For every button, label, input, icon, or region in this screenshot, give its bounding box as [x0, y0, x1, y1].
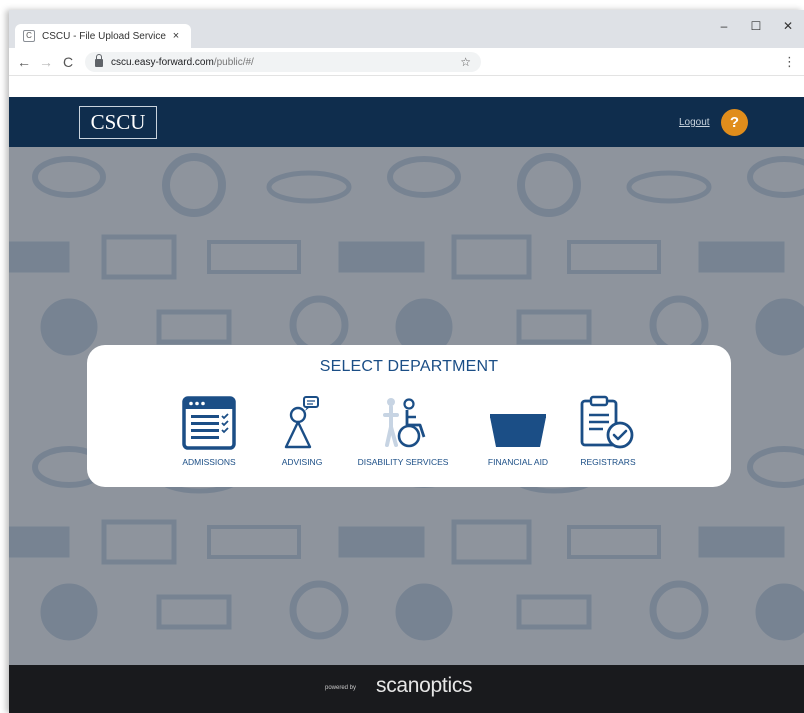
close-window-button[interactable]: ✕ [772, 16, 804, 36]
wheelchair-icon [383, 398, 426, 448]
minimize-button[interactable]: – [708, 16, 740, 36]
modal-title: SELECT DEPARTMENT [319, 358, 499, 375]
advisor-chat-icon [284, 396, 319, 449]
page-footer: powered by scanoptics [9, 665, 804, 713]
browser-menu-icon[interactable]: ⋮ [783, 54, 796, 70]
url-text: cscu.easy-forward.com/public/#/ [111, 57, 460, 68]
department-label: ADVISING [281, 457, 323, 467]
help-button[interactable]: ? [721, 109, 748, 136]
department-registrars[interactable]: REGISTRARS [577, 395, 639, 467]
app-header: CSCU Logout ? [9, 97, 804, 147]
department-disability-services[interactable]: DISABILITY SERVICES [351, 395, 455, 467]
powered-by-text: powered by [325, 685, 357, 691]
department-label: DISABILITY SERVICES [357, 457, 449, 467]
financial-aid-icon [490, 414, 546, 447]
url-host: cscu.easy-forward.com [111, 56, 214, 68]
cscu-logo: CSCU [79, 106, 157, 139]
logout-link[interactable]: Logout [679, 117, 710, 128]
reload-icon[interactable]: C [57, 54, 79, 70]
clipboard-check-icon [580, 395, 634, 449]
browser-tab[interactable]: C CSCU - File Upload Service × [15, 24, 191, 48]
bookmark-star-icon[interactable]: ☆ [460, 55, 471, 69]
back-arrow-icon[interactable]: ← [13, 54, 35, 70]
admissions-form-icon [182, 396, 236, 450]
window-controls: – ☐ ✕ [708, 16, 804, 36]
department-label: FINANCIAL AID [487, 457, 549, 467]
lock-icon [95, 54, 103, 67]
department-admissions[interactable]: ADMISSIONS [175, 395, 243, 467]
browser-titlebar: C CSCU - File Upload Service × – ☐ ✕ [9, 10, 804, 48]
department-label: REGISTRARS [580, 457, 636, 467]
scanoptics-logo: scanoptics [376, 674, 473, 697]
browser-toolbar: ← → C cscu.easy-forward.com/public/#/ ☆ … [9, 48, 804, 76]
favicon-icon: C [23, 30, 35, 42]
browser-window: C CSCU - File Upload Service × – ☐ ✕ ← →… [9, 10, 804, 713]
select-department-modal: SELECT DEPARTMENT ADMISSIONS ADVISING DI… [87, 345, 731, 487]
url-path: /public/#/ [213, 56, 254, 68]
department-label: ADMISSIONS [182, 457, 236, 467]
tab-close-icon[interactable]: × [169, 30, 183, 42]
tab-title: CSCU - File Upload Service [42, 30, 166, 42]
department-financial-aid[interactable]: FINANCIAL AID [479, 395, 557, 467]
department-advising[interactable]: ADVISING [269, 395, 335, 467]
page-background: SELECT DEPARTMENT ADMISSIONS ADVISING DI… [9, 147, 804, 665]
forward-arrow-icon[interactable]: → [35, 54, 57, 70]
address-bar[interactable]: cscu.easy-forward.com/public/#/ ☆ [85, 52, 481, 72]
maximize-button[interactable]: ☐ [740, 16, 772, 36]
